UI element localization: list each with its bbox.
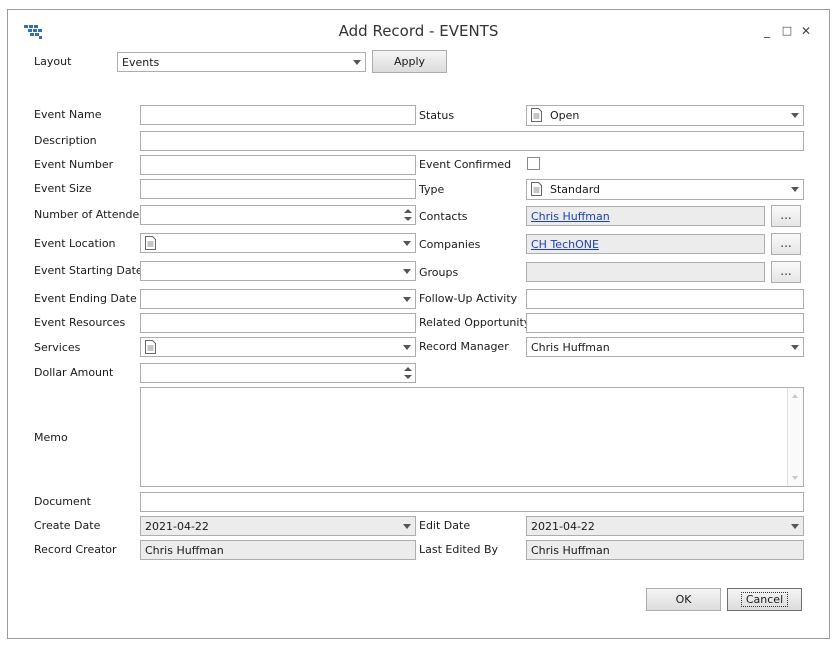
document-label: Document xyxy=(34,495,91,508)
document-icon xyxy=(531,182,542,196)
memo-label: Memo xyxy=(34,431,68,444)
related-opportunity-label: Related Opportunity xyxy=(419,316,531,329)
status-label: Status xyxy=(419,109,455,122)
contacts-lookup-button[interactable]: ... xyxy=(771,205,801,227)
chevron-down-icon xyxy=(403,241,411,246)
document-icon xyxy=(145,340,156,354)
event-size-input[interactable] xyxy=(140,179,416,199)
dollar-amount-input[interactable] xyxy=(140,363,416,383)
chevron-down-icon xyxy=(403,269,411,274)
spinner-up-icon[interactable] xyxy=(404,209,412,213)
description-input[interactable] xyxy=(140,131,804,151)
maximize-button[interactable]: □ xyxy=(780,24,794,37)
create-date-value: 2021-04-22 xyxy=(145,520,209,533)
layout-label: Layout xyxy=(34,55,72,68)
cancel-button-label: Cancel xyxy=(740,592,789,607)
event-ending-date-label: Event Ending Date xyxy=(34,292,137,305)
record-creator-value: Chris Huffman xyxy=(145,544,224,557)
chevron-down-icon xyxy=(791,345,799,350)
event-ending-date-picker[interactable] xyxy=(140,289,416,309)
groups-lookup-button[interactable]: ... xyxy=(771,261,801,283)
dollar-amount-label: Dollar Amount xyxy=(34,366,114,379)
add-record-dialog: Add Record - EVENTS _ □ ✕ Layout Events … xyxy=(7,9,830,639)
chevron-down-icon xyxy=(791,187,799,192)
services-label: Services xyxy=(34,341,81,354)
last-edited-by-value: Chris Huffman xyxy=(531,544,610,557)
memo-textarea[interactable] xyxy=(140,387,804,487)
event-name-label: Event Name xyxy=(34,108,102,121)
create-date-picker: 2021-04-22 xyxy=(140,516,416,536)
layout-select-value: Events xyxy=(122,56,160,69)
apply-button[interactable]: Apply xyxy=(372,50,447,73)
groups-field xyxy=(526,262,765,282)
event-location-select[interactable] xyxy=(140,233,416,253)
type-label: Type xyxy=(419,183,445,196)
event-number-input[interactable] xyxy=(140,155,416,175)
follow-up-activity-input[interactable] xyxy=(526,289,804,309)
number-of-attendees-input[interactable] xyxy=(140,205,416,225)
chevron-down-icon xyxy=(403,524,411,529)
spinner-down-icon[interactable] xyxy=(404,217,412,221)
event-name-input[interactable] xyxy=(140,105,416,125)
document-input[interactable] xyxy=(140,492,804,512)
services-select[interactable] xyxy=(140,337,416,357)
close-button[interactable]: ✕ xyxy=(799,24,813,38)
layout-select[interactable]: Events xyxy=(117,52,366,72)
record-manager-label: Record Manager xyxy=(419,340,509,353)
ok-button-label: OK xyxy=(675,593,692,606)
status-select[interactable]: Open xyxy=(526,105,804,126)
description-label: Description xyxy=(34,134,97,147)
scroll-up-icon[interactable] xyxy=(792,394,798,398)
last-edited-by-field: Chris Huffman xyxy=(526,540,804,560)
record-manager-value: Chris Huffman xyxy=(531,341,610,354)
edit-date-value: 2021-04-22 xyxy=(531,520,595,533)
event-resources-input[interactable] xyxy=(140,313,416,333)
create-date-label: Create Date xyxy=(34,519,101,532)
contacts-label: Contacts xyxy=(419,210,468,223)
number-of-attendees-label: Number of Attendees xyxy=(34,208,152,221)
status-value: Open xyxy=(550,109,580,122)
event-number-label: Event Number xyxy=(34,158,114,171)
record-creator-field: Chris Huffman xyxy=(140,540,416,560)
companies-link[interactable]: CH TechONE xyxy=(531,238,599,251)
ok-button[interactable]: OK xyxy=(646,588,721,611)
minimize-button[interactable]: _ xyxy=(760,24,774,38)
last-edited-by-label: Last Edited By xyxy=(419,543,499,556)
chevron-down-icon xyxy=(791,113,799,118)
chevron-down-icon xyxy=(791,524,799,529)
event-confirmed-checkbox[interactable] xyxy=(527,157,540,170)
document-icon xyxy=(145,236,156,250)
type-select[interactable]: Standard xyxy=(526,179,804,200)
memo-scrollbar[interactable] xyxy=(787,388,803,486)
window-title: Add Record - EVENTS xyxy=(338,22,499,40)
follow-up-activity-label: Follow-Up Activity xyxy=(419,292,518,305)
record-creator-label: Record Creator xyxy=(34,543,117,556)
companies-label: Companies xyxy=(419,238,481,251)
cancel-button[interactable]: Cancel xyxy=(727,588,802,611)
document-icon xyxy=(531,108,542,122)
chevron-down-icon xyxy=(353,60,361,65)
event-starting-date-picker[interactable] xyxy=(140,261,416,281)
event-location-label: Event Location xyxy=(34,237,116,250)
contacts-field: Chris Huffman xyxy=(526,206,765,226)
scroll-down-icon[interactable] xyxy=(792,476,798,480)
companies-lookup-button[interactable]: ... xyxy=(771,233,801,255)
groups-label: Groups xyxy=(419,266,459,279)
related-opportunity-input[interactable] xyxy=(526,313,804,333)
spinner-down-icon[interactable] xyxy=(404,375,412,379)
edit-date-picker: 2021-04-22 xyxy=(526,516,804,536)
edit-date-label: Edit Date xyxy=(419,519,471,532)
event-resources-label: Event Resources xyxy=(34,316,126,329)
spinner-up-icon[interactable] xyxy=(404,367,412,371)
companies-field: CH TechONE xyxy=(526,234,765,254)
contacts-link[interactable]: Chris Huffman xyxy=(531,210,610,223)
event-starting-date-label: Event Starting Date xyxy=(34,264,143,277)
type-value: Standard xyxy=(550,183,601,196)
chevron-down-icon xyxy=(403,297,411,302)
chevron-down-icon xyxy=(403,345,411,350)
event-confirmed-label: Event Confirmed xyxy=(419,158,512,171)
record-manager-select[interactable]: Chris Huffman xyxy=(526,337,804,357)
event-size-label: Event Size xyxy=(34,182,92,195)
